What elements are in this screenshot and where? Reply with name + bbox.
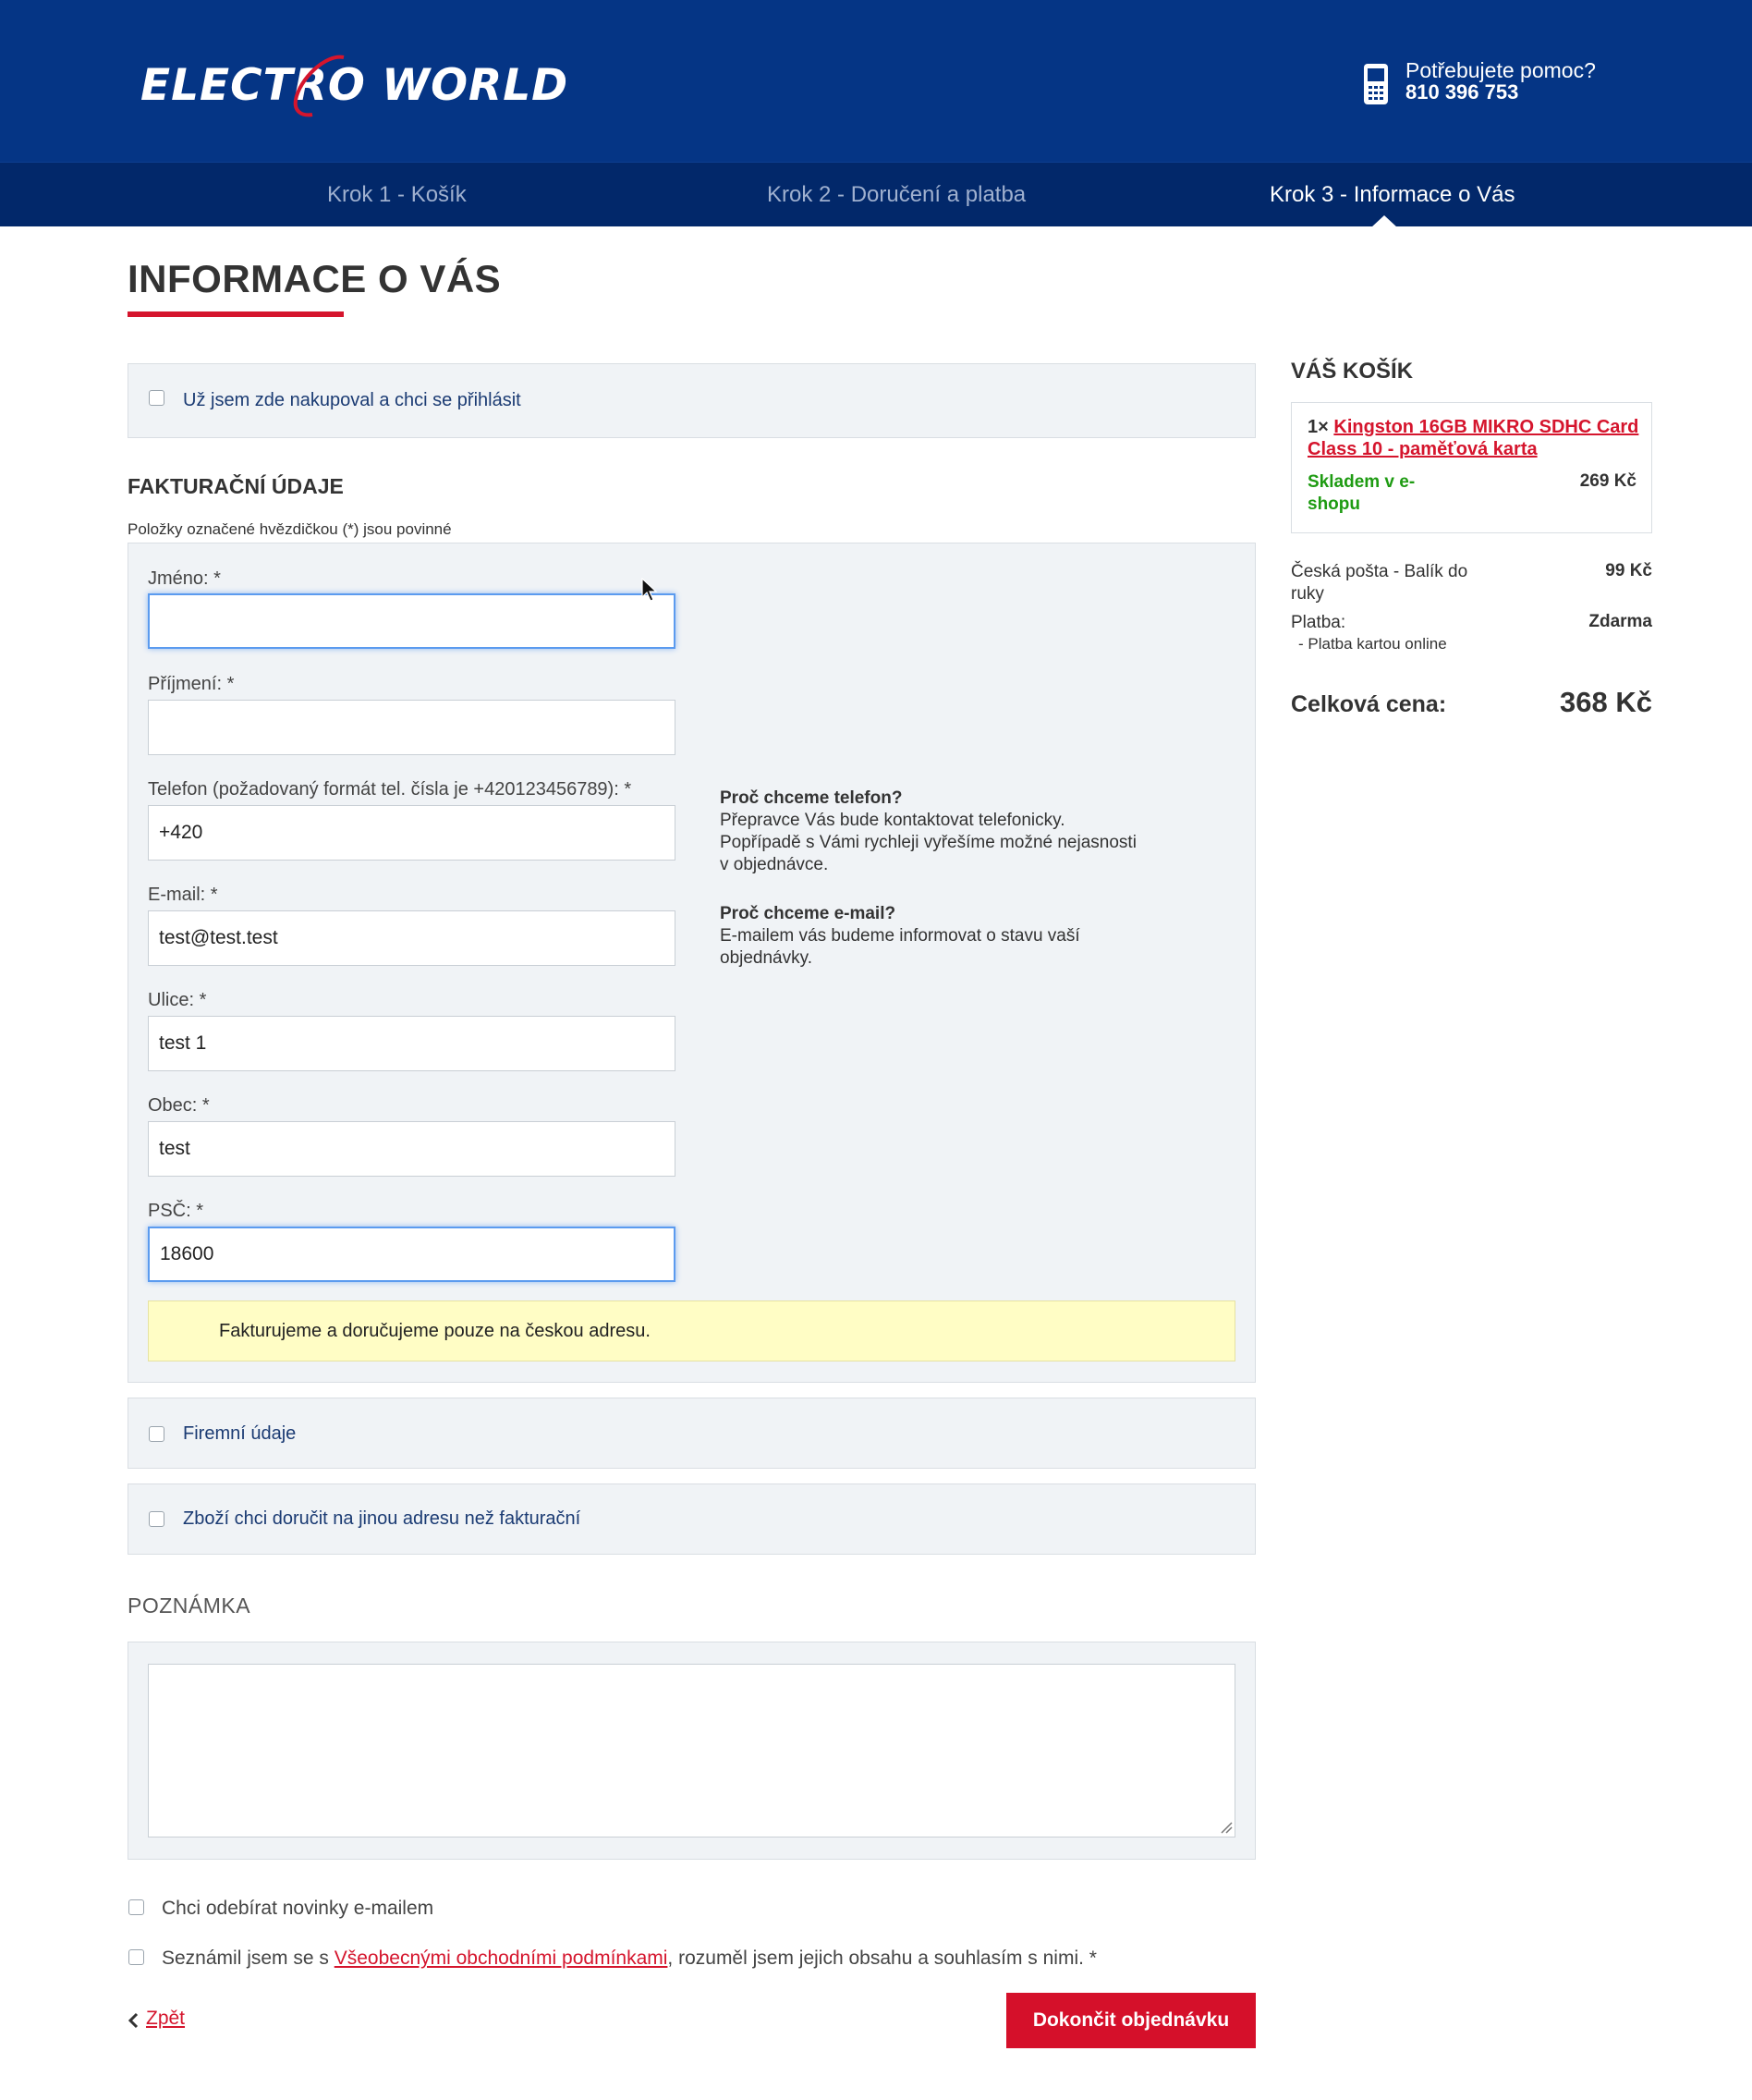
city-input[interactable]: [148, 1121, 675, 1177]
address-notice-text: Fakturujeme a doručujeme pouze na českou…: [219, 1321, 651, 1341]
first-name-input[interactable]: [148, 593, 675, 649]
address-notice: Fakturujeme a doručujeme pouze na českou…: [148, 1300, 1235, 1361]
email-info-title: Proč chceme e-mail?: [720, 904, 896, 923]
step-2-delivery-payment[interactable]: Krok 2 - Doručení a platba: [767, 163, 1026, 227]
terms-suffix: , rozuměl jsem jejich obsahu a souhlasím…: [667, 1947, 1097, 1969]
active-step-pointer: [1371, 215, 1397, 227]
cart-item-price: 269 Kč: [1579, 471, 1636, 491]
email-info: Proč chceme e-mail? E-mailem vás budeme …: [720, 903, 1145, 970]
mouse-cursor-icon: [641, 578, 658, 602]
login-label[interactable]: Už jsem zde nakupoval a chci se přihlási…: [183, 390, 521, 411]
phone-info-title: Proč chceme telefon?: [720, 788, 903, 808]
email-input[interactable]: [148, 910, 675, 966]
shipping-price: 99 Kč: [1605, 561, 1652, 580]
payment-label: Platba:: [1291, 613, 1346, 632]
phone-info-text: Přepravce Vás bude kontaktovat telefonic…: [720, 811, 1137, 874]
mobile-phone-icon: [1364, 64, 1388, 104]
step-1-cart[interactable]: Krok 1 - Košík: [327, 163, 467, 227]
street-label: Ulice: *: [148, 990, 207, 1010]
cart-title: VÁŠ KOŠÍK: [1291, 359, 1414, 384]
last-name-label: Příjmení: *: [148, 674, 235, 694]
login-checkbox[interactable]: [149, 390, 164, 406]
cart-item-stock: Skladem v e-shopu: [1308, 472, 1416, 514]
payment-method: - Platba kartou online: [1298, 635, 1447, 653]
delivery-address-checkbox[interactable]: [149, 1511, 164, 1527]
complete-order-button[interactable]: Dokončit objednávku: [1006, 1993, 1256, 2048]
zip-input[interactable]: [148, 1227, 675, 1282]
company-checkbox[interactable]: [149, 1426, 164, 1442]
terms-checkbox[interactable]: [128, 1949, 144, 1965]
payment-price: Zdarma: [1588, 612, 1652, 631]
total-value: 368 Kč: [1560, 686, 1652, 718]
newsletter-checkbox[interactable]: [128, 1899, 144, 1915]
terms-label: Seznámil jsem se s Všeobecnými obchodním…: [162, 1947, 1097, 1970]
city-label: Obec: *: [148, 1095, 210, 1116]
street-input[interactable]: [148, 1016, 675, 1071]
cart-item: 1× Kingston 16GB MIKRO SDHC Card Class 1…: [1291, 402, 1652, 533]
cart-item-name[interactable]: Kingston 16GB MIKRO SDHC Card Class 10 -…: [1308, 417, 1638, 459]
back-link[interactable]: Zpět: [146, 2008, 185, 2030]
email-info-text: E-mailem vás budeme informovat o stavu v…: [720, 926, 1080, 968]
resize-grip-icon[interactable]: [1220, 1821, 1233, 1834]
electro-world-logo[interactable]: ELECTRO WORLD: [140, 54, 568, 118]
email-label: E-mail: *: [148, 885, 218, 905]
phone-info: Proč chceme telefon? Přepravce Vás bude …: [720, 788, 1145, 876]
chevron-left-icon: [128, 2012, 139, 2029]
help-text: Potřebujete pomoc? 810 396 753: [1405, 59, 1596, 104]
login-panel: Už jsem zde nakupoval a chci se přihlási…: [128, 363, 1256, 438]
terms-prefix: Seznámil jsem se s: [162, 1947, 335, 1969]
terms-link[interactable]: Všeobecnými obchodními podmínkami: [335, 1947, 668, 1969]
help-question: Potřebujete pomoc?: [1405, 58, 1596, 82]
site-header: ELECTRO WORLD Potřebujete pomoc? 810 396…: [0, 0, 1752, 162]
cart-item-qty: 1×: [1308, 417, 1329, 437]
zip-label: PSČ: *: [148, 1201, 204, 1221]
delivery-address-label[interactable]: Zboží chci doručit na jinou adresu než f…: [183, 1508, 580, 1530]
page-title: INFORMACE O VÁS: [128, 257, 502, 300]
note-textarea[interactable]: [148, 1664, 1235, 1838]
shipping-label: Česká pošta - Balík do ruky: [1291, 562, 1468, 604]
title-underline: [128, 311, 344, 317]
company-label[interactable]: Firemní údaje: [183, 1423, 296, 1445]
first-name-label: Jméno: *: [148, 568, 221, 589]
last-name-input[interactable]: [148, 700, 675, 755]
help-phone-number[interactable]: 810 396 753: [1405, 81, 1596, 104]
cart-item-name-line: 1× Kingston 16GB MIKRO SDHC Card Class 1…: [1308, 416, 1640, 460]
checkout-steps: Krok 1 - Košík Krok 2 - Doručení a platb…: [0, 162, 1752, 226]
newsletter-label[interactable]: Chci odebírat novinky e-mailem: [162, 1898, 433, 1920]
total-label: Celková cena:: [1291, 691, 1447, 717]
logo-swoosh-icon: [293, 55, 345, 117]
company-panel: Firemní údaje: [128, 1398, 1256, 1469]
logo-text: ELECTRO WORLD: [140, 60, 569, 111]
help-contact: Potřebujete pomoc? 810 396 753: [1362, 59, 1676, 115]
billing-title: FAKTURAČNÍ ÚDAJE: [128, 474, 344, 498]
phone-input[interactable]: [148, 805, 675, 861]
delivery-address-panel: Zboží chci doručit na jinou adresu než f…: [128, 1483, 1256, 1555]
note-title: POZNÁMKA: [128, 1593, 251, 1618]
required-hint: Položky označené hvězdičkou (*) jsou pov…: [128, 520, 452, 538]
phone-label: Telefon (požadovaný formát tel. čísla je…: [148, 779, 632, 800]
